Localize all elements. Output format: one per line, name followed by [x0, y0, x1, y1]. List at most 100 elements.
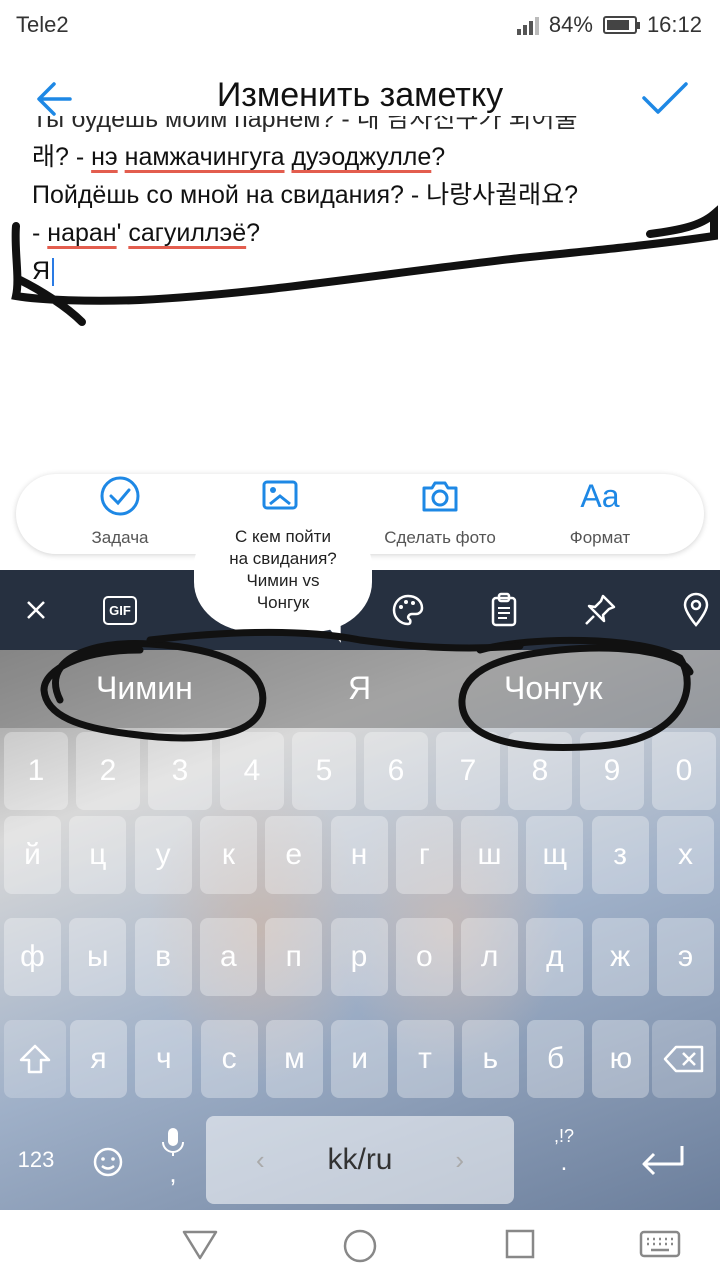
key-number[interactable]: 6 [364, 732, 428, 810]
key-number[interactable]: 1 [4, 732, 68, 810]
key-letter[interactable]: в [134, 918, 192, 996]
key-letter[interactable]: з [591, 816, 649, 894]
key-letter[interactable]: с [200, 1020, 258, 1098]
key-number[interactable]: 5 [292, 732, 356, 810]
key-letter[interactable]: ф [4, 918, 61, 996]
key-letter[interactable]: н [330, 816, 388, 894]
key-letter[interactable]: ю [592, 1020, 650, 1098]
image-icon [262, 480, 298, 510]
shift-key[interactable] [4, 1020, 66, 1098]
space-bar[interactable]: ‹ kk/ru › [206, 1116, 514, 1204]
task-label: Задача [91, 528, 149, 547]
key-letter[interactable]: ш [461, 816, 519, 894]
gif-icon: GIF [103, 595, 137, 625]
punctuation-key[interactable]: ,!? . [534, 1120, 594, 1200]
status-indicators: 84% 16:12 [516, 12, 702, 38]
suggestion-bar: Чимин Я Чонгук [0, 650, 720, 728]
key-letter[interactable]: и [331, 1020, 389, 1098]
check-circle-icon [100, 476, 140, 516]
backspace-key[interactable] [652, 1020, 716, 1098]
key-letter[interactable]: у [134, 816, 192, 894]
home-nav-button[interactable] [342, 1228, 378, 1269]
triangle-back-icon [182, 1230, 218, 1260]
enter-arrow-icon [642, 1146, 684, 1176]
smiley-icon [93, 1147, 123, 1177]
location-icon[interactable] [676, 590, 716, 630]
note-line: - наран' сагуиллэё? [32, 219, 261, 247]
navigation-bar [0, 1210, 720, 1280]
key-letter[interactable]: я [70, 1020, 127, 1098]
key-letter[interactable]: й [4, 816, 61, 894]
suggestion-item[interactable]: Я [348, 670, 371, 707]
clock: 16:12 [646, 12, 702, 37]
back-nav-button[interactable] [180, 1228, 220, 1267]
palette-icon[interactable] [388, 590, 428, 630]
note-line: Пойдёшь со мной на свидания? - 나랑사귈래요? [32, 181, 579, 209]
suggestion-item[interactable]: Чонгук [504, 670, 602, 707]
keyboard-icon [639, 1230, 681, 1258]
clipboard-icon[interactable] [484, 590, 524, 630]
key-number[interactable]: 3 [148, 732, 212, 810]
key-letter[interactable]: о [395, 918, 453, 996]
carrier-name: Tele2 [16, 12, 69, 37]
note-line: Ты будешь моим парнем? - 내 남자친구가 되어줄 [32, 116, 578, 133]
task-button[interactable]: Задача [40, 474, 200, 554]
gif-button[interactable]: GIF [100, 590, 140, 630]
key-letter[interactable]: е [265, 816, 323, 894]
key-number[interactable]: 8 [508, 732, 572, 810]
key-letter[interactable]: м [265, 1020, 323, 1098]
pin-icon[interactable] [580, 590, 620, 630]
symbols-key[interactable]: 123 [0, 1120, 72, 1200]
emoji-key[interactable] [84, 1138, 132, 1186]
key-letter[interactable]: а [199, 918, 257, 996]
note-line: 래? - нэ намжачингуга дуэоджулле? [32, 143, 446, 171]
recents-nav-button[interactable] [504, 1228, 536, 1265]
format-icon: Aa [580, 477, 620, 514]
shift-arrow-icon [19, 1044, 51, 1074]
camera-icon [422, 481, 458, 512]
key-letter[interactable]: х [657, 816, 714, 894]
note-line: Я [32, 252, 712, 290]
keyboard-nav-button[interactable] [638, 1228, 682, 1267]
key-letter[interactable]: р [330, 918, 388, 996]
key-letter[interactable]: ц [69, 816, 127, 894]
speech-bubble: С кем пойти на свидания? Чимин vs Чонгук [194, 516, 372, 632]
key-number[interactable]: 0 [652, 732, 716, 810]
key-letter[interactable]: т [396, 1020, 454, 1098]
key-letter[interactable]: ч [135, 1020, 193, 1098]
key-number[interactable]: 2 [76, 732, 140, 810]
key-letter[interactable]: к [199, 816, 257, 894]
language-label: kk/ru [327, 1143, 393, 1176]
page-title: Изменить заметку [216, 76, 504, 114]
backspace-icon [663, 1045, 704, 1073]
key-letter[interactable]: г [395, 816, 453, 894]
suggestion-item[interactable]: Чимин [96, 670, 193, 707]
key-number[interactable]: 9 [580, 732, 644, 810]
enter-key[interactable] [628, 1132, 698, 1188]
key-number[interactable]: 7 [436, 732, 500, 810]
key-letter[interactable]: л [461, 918, 519, 996]
key-letter[interactable]: э [657, 918, 714, 996]
key-letter[interactable]: ж [591, 918, 649, 996]
key-letter[interactable]: ы [69, 918, 127, 996]
note-body[interactable]: Ты будешь моим парнем? - 내 남자친구가 되어줄 래? … [32, 116, 712, 326]
key-letter[interactable]: ь [461, 1020, 519, 1098]
circle-home-icon [343, 1229, 377, 1263]
battery-percent: 84% [548, 12, 593, 37]
key-letter[interactable]: п [265, 918, 323, 996]
key-letter[interactable]: б [527, 1020, 585, 1098]
keyboard: GIF Чимин Я Чонгук 1234567890йцукенгшщзх… [0, 570, 720, 1210]
signal-icon [516, 15, 539, 35]
format-button[interactable]: Aa Формат [520, 474, 680, 554]
battery-icon [602, 16, 640, 34]
square-recents-icon [505, 1229, 535, 1259]
key-number[interactable]: 4 [220, 732, 284, 810]
take-photo-button[interactable]: Сделать фото [360, 474, 520, 554]
key-letter[interactable]: щ [526, 816, 584, 894]
voice-comma-key[interactable]: , [148, 1120, 198, 1200]
format-label: Формат [569, 528, 631, 547]
chevron-right-icon: › [455, 1144, 464, 1175]
close-icon[interactable] [16, 590, 56, 630]
chevron-left-icon: ‹ [256, 1144, 265, 1175]
key-letter[interactable]: д [526, 918, 584, 996]
